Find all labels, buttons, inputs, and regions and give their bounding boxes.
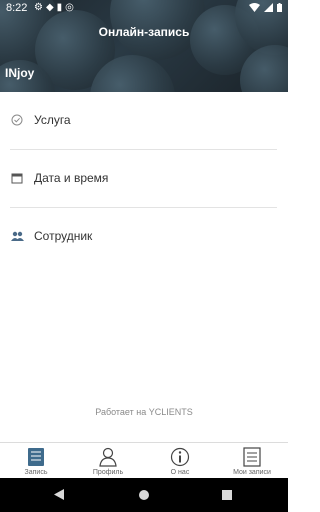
bottom-tab-bar: Запись Профиль О нас Мои записи — [0, 442, 288, 478]
back-icon[interactable] — [54, 489, 64, 500]
divider — [10, 149, 277, 150]
menu-item-label: Дата и время — [34, 171, 109, 185]
tab-profile[interactable]: Профиль — [72, 443, 144, 479]
tab-label: Профиль — [92, 469, 124, 476]
check-circle-icon — [10, 113, 24, 127]
notification-icons: ⚙◆▮◎ — [34, 2, 77, 13]
menu-item-service[interactable]: Услуга — [0, 100, 288, 140]
recents-icon[interactable] — [222, 490, 232, 500]
signal-icon — [264, 3, 273, 12]
page-title: Онлайн-запись — [98, 25, 190, 39]
divider — [10, 207, 277, 208]
tab-label: Запись — [24, 469, 48, 476]
person-icon — [99, 447, 117, 467]
menu-item-datetime[interactable]: Дата и время — [0, 158, 288, 198]
tab-booking[interactable]: Запись — [0, 443, 72, 479]
menu-item-staff[interactable]: Сотрудник — [0, 216, 288, 256]
tab-my-bookings[interactable]: Мои записи — [216, 443, 288, 479]
menu-item-label: Услуга — [34, 113, 71, 127]
tab-about[interactable]: О нас — [144, 443, 216, 479]
status-bar: 8:22 ⚙◆▮◎ — [0, 0, 288, 17]
status-time: 8:22 — [6, 2, 28, 14]
list-icon — [243, 447, 261, 467]
calendar-icon — [10, 171, 24, 185]
book-icon — [28, 448, 44, 466]
header-banner: 8:22 ⚙◆▮◎ Онлайн-запись INjoy — [0, 0, 288, 92]
menu-item-label: Сотрудник — [34, 229, 93, 243]
info-icon — [170, 447, 190, 467]
brand-logo: INjoy — [5, 66, 35, 80]
people-icon — [10, 229, 24, 243]
system-nav-bar — [0, 478, 288, 512]
battery-icon — [277, 3, 282, 12]
tab-label: О нас — [170, 469, 190, 476]
home-icon[interactable] — [139, 490, 149, 500]
wifi-icon — [249, 3, 260, 12]
tab-label: Мои записи — [233, 469, 271, 476]
powered-by-text[interactable]: Работает на YCLIENTS — [0, 407, 288, 417]
